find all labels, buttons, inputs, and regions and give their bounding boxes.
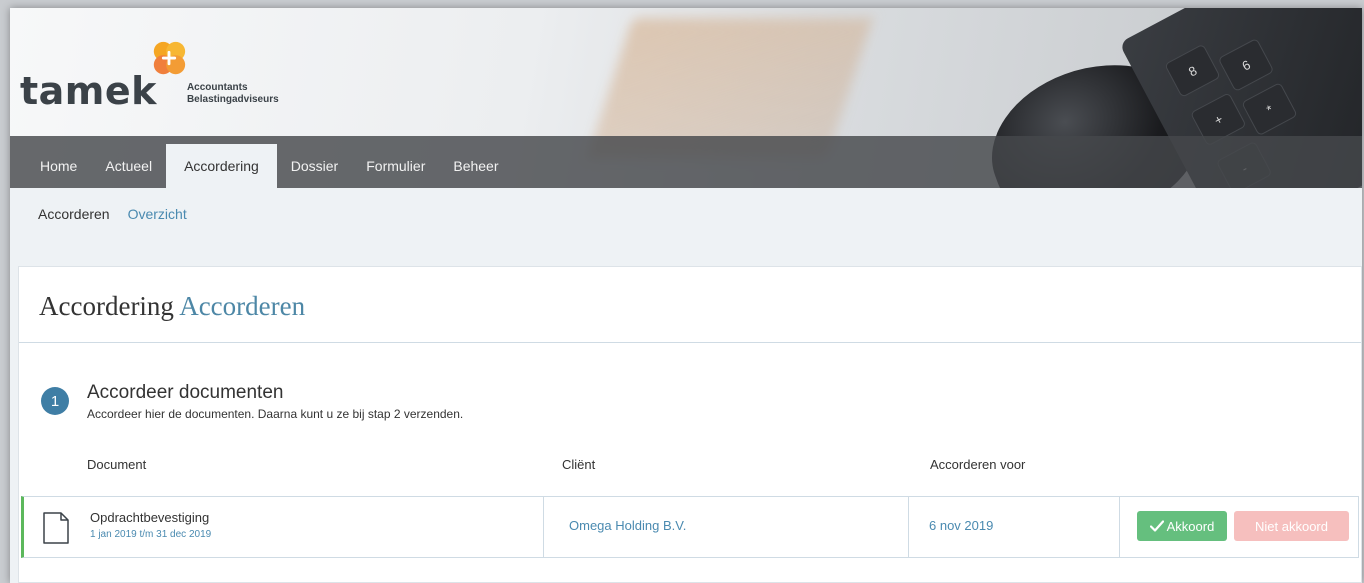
page-title-accent: Accorderen: [179, 291, 306, 321]
page-title: Accordering Accorderen: [19, 267, 1361, 343]
nav-item-accordering[interactable]: Accordering: [166, 144, 277, 188]
cell-document: Opdrachtbevestiging 1 jan 2019 t/m 31 de…: [24, 497, 544, 557]
logo-wordmark: tamek: [20, 69, 157, 113]
logo-tagline: Accountants Belastingadviseurs: [187, 82, 279, 106]
nav-item-actueel[interactable]: Actueel: [91, 144, 166, 188]
keyboard-key: *: [1241, 81, 1298, 137]
step-description: Accordeer hier de documenten. Daarna kun…: [87, 407, 464, 421]
nav-item-dossier[interactable]: Dossier: [277, 144, 352, 188]
document-icon: [43, 512, 69, 544]
header-banner: 8 6 + * - tamek Accountants Belastingadv…: [10, 8, 1362, 188]
cell-client: Omega Holding B.V.: [544, 497, 909, 557]
logo-tagline-line1: Accountants: [186, 82, 248, 93]
logo-tagline-line2: Belastingadviseurs: [186, 94, 279, 105]
company-logo[interactable]: tamek Accountants Belastingadviseurs: [20, 41, 279, 113]
approve-button[interactable]: Akkoord: [1137, 511, 1227, 541]
keyboard-key: 8: [1164, 43, 1221, 98]
client-name-link[interactable]: Omega Holding B.V.: [569, 518, 686, 533]
cell-due: 6 nov 2019: [909, 497, 1120, 557]
approve-button-label: Akkoord: [1166, 518, 1215, 534]
document-period: 1 jan 2019 t/m 31 dec 2019: [90, 529, 212, 540]
step-title: Accordeer documenten: [87, 382, 284, 403]
sub-nav: Accorderen Overzicht: [38, 206, 187, 222]
reject-button[interactable]: Niet akkoord: [1234, 511, 1349, 541]
table-row: Opdrachtbevestiging 1 jan 2019 t/m 31 de…: [21, 496, 1359, 558]
app-window: 8 6 + * - tamek Accountants Belastingadv…: [10, 8, 1362, 583]
document-name-link[interactable]: Opdrachtbevestiging: [90, 510, 209, 525]
nav-item-home[interactable]: Home: [26, 144, 91, 188]
step-number-badge: 1: [41, 387, 69, 415]
main-nav: Home Actueel Accordering Dossier Formuli…: [10, 136, 1362, 188]
nav-item-formulier[interactable]: Formulier: [352, 144, 439, 188]
checkmark-icon: [1149, 520, 1164, 532]
content-card: Accordering Accorderen 1 Accordeer docum…: [18, 266, 1362, 583]
nav-item-beheer[interactable]: Beheer: [439, 144, 512, 188]
subnav-item-overzicht[interactable]: Overzicht: [128, 206, 187, 222]
step-section: 1 Accordeer documenten Accordeer hier de…: [41, 381, 463, 421]
logo-flower-icon: [153, 41, 186, 75]
keyboard-key: 6: [1217, 37, 1275, 93]
subnav-item-accorderen[interactable]: Accorderen: [38, 206, 110, 222]
column-header-client: Cliënt: [562, 457, 596, 472]
due-date: 6 nov 2019: [929, 518, 994, 533]
column-header-document: Document: [87, 457, 147, 472]
reject-button-label: Niet akkoord: [1255, 518, 1328, 534]
page-title-main: Accordering: [39, 291, 174, 321]
column-header-due: Accorderen voor: [930, 457, 1026, 472]
